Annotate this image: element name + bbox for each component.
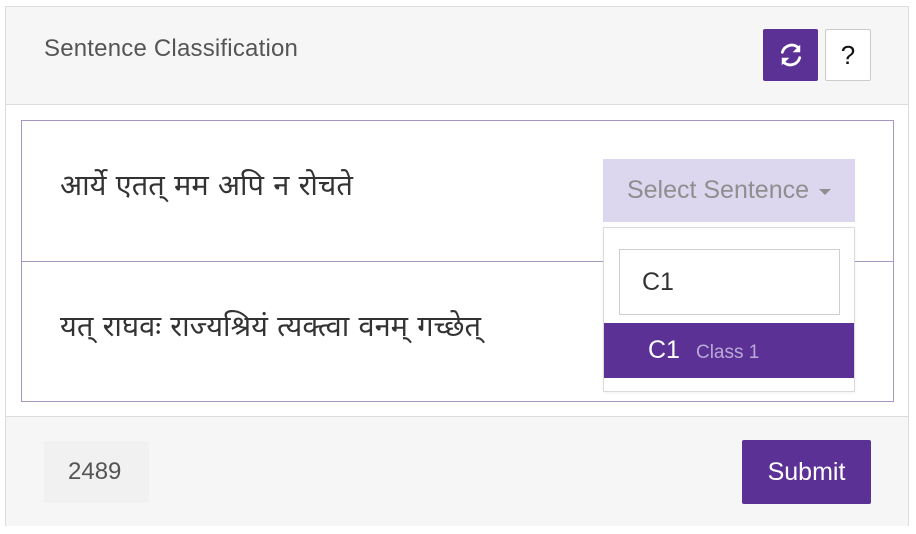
caret-down-icon <box>819 188 832 195</box>
remaining-count: 2489 <box>44 441 149 503</box>
option-label: C1 <box>648 336 680 364</box>
select-sentence-dropdown[interactable]: Select Sentence <box>603 159 855 222</box>
submit-button[interactable]: Submit <box>742 440 871 504</box>
refresh-button[interactable] <box>763 29 818 81</box>
option-sublabel: Class 1 <box>695 341 760 363</box>
page-title: Sentence Classification <box>44 35 299 62</box>
sentence-text: आर्ये एतत् मम अपि न रोचते <box>60 168 353 202</box>
dropdown-option-c1[interactable]: C1 Class 1 <box>604 323 854 378</box>
class-search-input[interactable] <box>619 249 840 315</box>
sentence-text: यत् राघवः राज्यश्रियं त्यक्त्वा वनम् गच्… <box>60 309 482 343</box>
dropdown-menu: C1 Class 1 <box>603 227 855 392</box>
card-header: Sentence Classification ? <box>6 7 908 105</box>
classification-card: Sentence Classification ? आर्ये एतत् मम … <box>5 6 909 526</box>
refresh-icon <box>780 43 801 67</box>
help-button[interactable]: ? <box>825 29 871 81</box>
card-footer: 2489 Submit <box>6 416 908 526</box>
select-sentence-label: Select Sentence <box>626 176 810 204</box>
